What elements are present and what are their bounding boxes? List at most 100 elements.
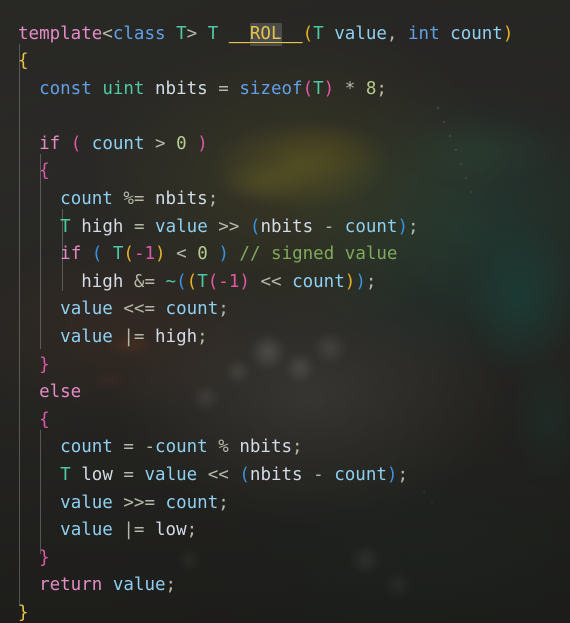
token-function-name-suffix: __ bbox=[281, 23, 303, 44]
code-line[interactable]: { bbox=[0, 158, 570, 186]
token-return: return bbox=[39, 575, 103, 596]
code-line[interactable]: high &= ~((T(-1) << count)); bbox=[0, 269, 570, 297]
token-count: count bbox=[165, 492, 219, 513]
token-shift-left: << bbox=[260, 271, 282, 292]
token-high: high bbox=[81, 216, 124, 237]
code-line[interactable]: return value; bbox=[0, 572, 570, 600]
token-value: value bbox=[155, 216, 208, 237]
token-assign: = bbox=[123, 465, 134, 485]
bracket-paren-close: ) bbox=[386, 465, 398, 485]
token-nbits: nbits bbox=[155, 78, 208, 99]
token-or-assign: |= bbox=[123, 520, 145, 541]
code-line[interactable]: if ( T(-1) < 0 ) // signed value bbox=[0, 241, 570, 269]
code-line-blank[interactable] bbox=[0, 103, 570, 131]
token-minus: - bbox=[313, 465, 324, 485]
token-if: if bbox=[60, 244, 82, 265]
code-line[interactable]: T high = value >> (nbits - count); bbox=[0, 214, 570, 242]
bracket-paren-open: ( bbox=[249, 216, 261, 237]
code-line[interactable]: count %= nbits; bbox=[0, 186, 570, 214]
token-semicolon: ; bbox=[376, 78, 387, 99]
code-line[interactable]: value |= low; bbox=[0, 517, 570, 545]
token-value: value bbox=[60, 492, 113, 513]
bracket-paren-close: ) bbox=[197, 133, 208, 154]
token-semicolon: ; bbox=[165, 575, 177, 596]
token-unary-minus: - bbox=[144, 437, 156, 458]
token-semicolon: ; bbox=[218, 299, 229, 320]
token-nbits: nbits bbox=[260, 216, 314, 237]
token-param-count: count bbox=[450, 23, 503, 44]
token-count: count bbox=[334, 465, 387, 485]
token-bitwise-not: ~ bbox=[165, 271, 177, 292]
token-count: count bbox=[165, 299, 219, 320]
token-angle-open: < bbox=[102, 23, 113, 44]
code-line[interactable]: count = -count % nbits; bbox=[0, 434, 570, 462]
token-value: value bbox=[60, 327, 113, 348]
token-semicolon: ; bbox=[408, 216, 419, 237]
bracket-paren-close: ) bbox=[344, 271, 356, 292]
token-const: const bbox=[39, 78, 92, 99]
token-low: low bbox=[155, 520, 187, 541]
code-line[interactable]: } bbox=[0, 352, 570, 380]
token-literal-minus1: -1 bbox=[218, 271, 240, 292]
token-semicolon: ; bbox=[365, 271, 377, 292]
occurrence-highlight-ROL[interactable]: ROL bbox=[249, 22, 282, 46]
token-count: count bbox=[60, 189, 113, 210]
bracket-brace-open-outer: { bbox=[18, 51, 29, 72]
code-content[interactable]: template<class T> T __ROL__(T value, int… bbox=[0, 18, 570, 623]
token-class: class bbox=[112, 23, 166, 44]
code-line[interactable]: { bbox=[0, 407, 570, 435]
token-function-name-prefix: __ bbox=[228, 23, 250, 44]
code-line[interactable]: const uint nbits = sizeof(T) * 8; bbox=[0, 76, 570, 104]
bracket-paren-open-1: ( bbox=[302, 23, 314, 44]
bracket-paren-open: ( bbox=[207, 271, 219, 292]
token-shift-right: >> bbox=[218, 216, 240, 237]
token-uint: uint bbox=[102, 78, 145, 99]
token-high: high bbox=[81, 271, 124, 292]
token-else: else bbox=[39, 382, 82, 403]
token-count: count bbox=[155, 437, 208, 458]
bracket-paren-open: ( bbox=[70, 133, 82, 154]
token-count: count bbox=[344, 216, 398, 237]
bracket-paren-close: ) bbox=[355, 271, 366, 292]
token-or-assign: |= bbox=[123, 327, 145, 348]
code-line[interactable]: if ( count > 0 ) bbox=[0, 131, 570, 159]
code-line[interactable]: template<class T> T __ROL__(T value, int… bbox=[0, 21, 570, 49]
code-line[interactable]: value >>= count; bbox=[0, 490, 570, 518]
token-semicolon: ; bbox=[218, 492, 229, 513]
token-param-value: value bbox=[334, 23, 387, 44]
bracket-brace-close: } bbox=[39, 354, 50, 375]
bracket-brace-close-outer: } bbox=[18, 602, 29, 623]
token-int: int bbox=[408, 23, 440, 44]
code-line[interactable]: value <<= count; bbox=[0, 296, 570, 324]
token-template: template bbox=[18, 23, 103, 44]
token-nbits: nbits bbox=[155, 189, 208, 210]
token-type-T: T bbox=[197, 271, 208, 292]
code-line[interactable]: else bbox=[0, 379, 570, 407]
code-line[interactable]: T low = value << (nbits - count); bbox=[0, 462, 570, 490]
token-type-T: T bbox=[60, 216, 71, 237]
bracket-paren-close-1: ) bbox=[502, 23, 514, 44]
code-line[interactable]: } bbox=[0, 600, 570, 623]
token-value: value bbox=[112, 575, 166, 596]
token-angle-close: > bbox=[186, 23, 198, 44]
bracket-paren-open: ( bbox=[239, 465, 250, 485]
token-modulo: % bbox=[218, 437, 229, 458]
token-type-T: T bbox=[176, 23, 187, 44]
bracket-paren-open: ( bbox=[186, 271, 198, 292]
token-value: value bbox=[60, 520, 113, 541]
token-low: low bbox=[81, 465, 113, 485]
code-editor[interactable]: template<class T> T __ROL__(T value, int… bbox=[0, 0, 570, 623]
code-line[interactable]: } bbox=[0, 545, 570, 573]
token-minus: - bbox=[323, 216, 335, 237]
token-comment: // signed value bbox=[239, 244, 398, 265]
bracket-paren-close: ) bbox=[155, 244, 166, 265]
token-semicolon: ; bbox=[292, 437, 303, 458]
code-line[interactable]: value |= high; bbox=[0, 324, 570, 352]
token-literal-0: 0 bbox=[197, 244, 208, 265]
code-line[interactable]: { bbox=[0, 48, 570, 76]
token-type-T: T bbox=[313, 78, 324, 99]
token-value: value bbox=[144, 465, 198, 485]
token-literal-8: 8 bbox=[365, 78, 377, 99]
bracket-paren-open: ( bbox=[123, 244, 134, 265]
token-if: if bbox=[39, 133, 61, 154]
